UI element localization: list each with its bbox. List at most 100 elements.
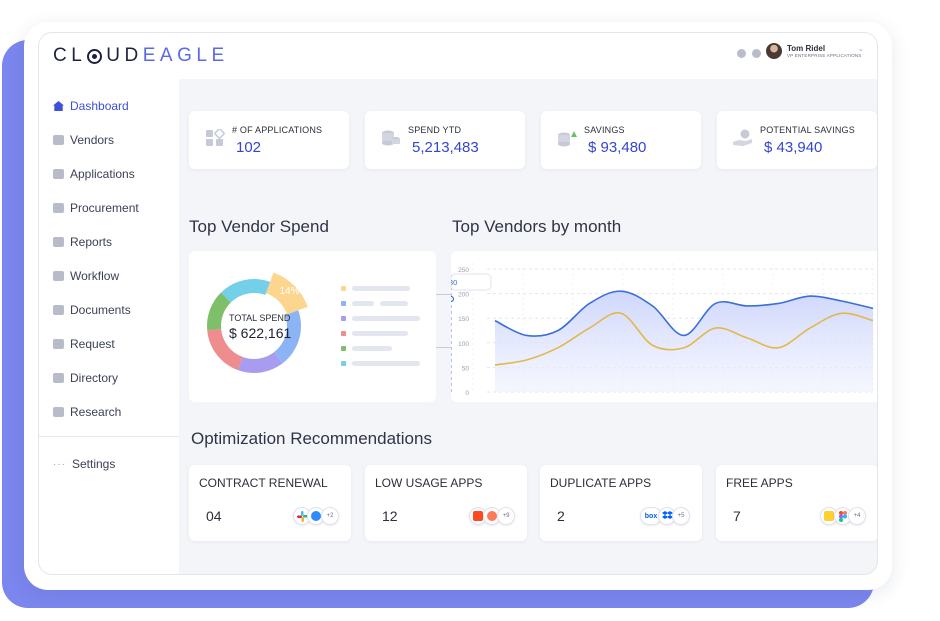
legend-item [341,316,420,321]
more-count-badge: +2 [321,507,339,525]
rec-logos: +9 [469,507,515,525]
stat-label: SPEND YTD [408,125,462,135]
app-window: CL UD EAGLE Tom Ridel VP ENTERPRISE APPL… [38,32,878,575]
legend-placeholder [352,286,410,291]
connector-line [436,294,452,295]
legend-item [341,361,420,366]
y-tick-label: 0 [465,390,469,397]
sidebar-item-directory[interactable]: Directory [53,371,118,385]
connector-line [436,347,452,348]
rec-count: 04 [206,508,222,524]
coins-icon [382,130,400,146]
user-info: Tom Ridel VP ENTERPRISE APPLICATIONS [787,44,862,58]
area-fill [495,291,873,392]
rec-title: DUPLICATE APPS [550,476,652,490]
rec-logos: box +5 [640,507,690,525]
legend-placeholder [352,316,420,321]
stat-label: POTENTIAL SAVINGS [760,125,855,135]
y-tick-label: 250 [458,267,469,274]
brand-logo[interactable]: CL UD EAGLE [53,45,229,67]
tooltip-value: 180 [451,278,457,287]
brand-text-2: UD [106,45,143,66]
sidebar-item-dashboard[interactable]: Dashboard [53,99,129,113]
sidebar-item-settings[interactable]: ··· Settings [53,457,115,471]
stat-card-spend-ytd[interactable]: SPEND YTD 5,213,483 [365,111,525,169]
stat-value: $ 43,940 [764,139,823,156]
sidebar-item-reports[interactable]: Reports [53,235,112,249]
document-icon [53,237,64,247]
donut-total-value: $ 622,161 [229,325,292,341]
donut-slice[interactable] [237,352,283,373]
sidebar-item-label: Settings [72,457,116,471]
request-icon [53,339,64,349]
vendors-icon [53,135,64,145]
logo-o-icon [87,48,103,64]
rec-count: 12 [382,508,398,524]
rec-logos: +4 [820,507,866,525]
sidebar-item-label: Workflow [70,269,120,283]
sidebar-item-research[interactable]: Research [53,405,121,419]
more-count-badge: +5 [672,507,690,525]
workflow-icon [53,271,64,281]
legend-item [341,286,410,291]
sidebar-item-documents[interactable]: Documents [53,303,131,317]
help-icon[interactable] [752,49,761,58]
rec-logos: +2 [293,507,339,525]
user-name: Tom Ridel [787,44,826,53]
sidebar: Dashboard Vendors Applications Procureme… [39,79,179,574]
folder-icon [53,305,64,315]
stat-value: 102 [236,139,262,156]
home-icon [53,101,64,111]
y-tick-label: 50 [462,365,470,372]
sidebar-item-applications[interactable]: Applications [53,167,135,181]
legend-placeholder [352,301,374,306]
sidebar-item-label: Applications [70,167,135,181]
procurement-icon [53,203,64,213]
legend-swatch [341,361,346,366]
sidebar-item-vendors[interactable]: Vendors [53,133,114,147]
y-tick-label: 150 [458,316,469,323]
sidebar-item-label: Documents [70,303,131,317]
sidebar-item-label: Reports [70,235,113,249]
stat-card-potential-savings[interactable]: POTENTIAL SAVINGS $ 43,940 [717,111,877,169]
savings-icon [558,131,577,147]
stat-value: 5,213,483 [412,139,479,156]
more-count-badge: +9 [497,507,515,525]
apps-icon [206,129,225,146]
bell-icon[interactable] [737,49,746,58]
sidebar-item-workflow[interactable]: Workflow [53,269,119,283]
rec-card-duplicate[interactable]: DUPLICATE APPS 2 box +5 [540,465,702,541]
user-menu[interactable]: Tom Ridel VP ENTERPRISE APPLICATIONS [766,43,862,59]
top-bar: CL UD EAGLE Tom Ridel VP ENTERPRISE APPL… [39,33,877,79]
legend-swatch [341,331,346,336]
more-count-badge: +4 [848,507,866,525]
more-icon: ··· [53,458,66,470]
legend-placeholder [352,346,392,351]
vendor-spend-card: 14% TOTAL SPEND $ 622,161 [189,251,436,402]
rec-title: CONTRACT RENEWAL [199,476,328,490]
sidebar-item-procurement[interactable]: Procurement [53,201,139,215]
stat-card-savings[interactable]: SAVINGS $ 93,480 [541,111,701,169]
stat-label: SAVINGS [584,125,625,135]
section-title-vendor-spend: Top Vendor Spend [189,217,329,236]
stat-card-applications[interactable]: # OF APPLICATIONS 102 [189,111,349,169]
rec-card-contract-renewal[interactable]: CONTRACT RENEWAL 04 +2 [189,465,351,541]
hover-point[interactable] [451,295,455,303]
rec-card-low-usage[interactable]: LOW USAGE APPS 12 +9 [365,465,527,541]
chevron-down-icon[interactable]: ⌄ [858,45,864,53]
donut-slice-label: 14% [280,286,300,297]
avatar [766,43,782,59]
brand-text-1: CL [53,45,87,66]
y-tick-label: 200 [458,292,469,299]
sidebar-item-label: Procurement [70,201,139,215]
section-title-optimization: Optimization Recommendations [191,429,432,448]
stat-label: # OF APPLICATIONS [232,125,323,135]
rec-title: LOW USAGE APPS [375,476,483,490]
sidebar-item-request[interactable]: Request [53,337,115,351]
legend-item [341,346,392,351]
donut-slice[interactable] [220,279,271,303]
legend-swatch [341,346,346,351]
top-icons [737,49,761,58]
sidebar-item-label: Dashboard [70,99,129,113]
rec-card-free-apps[interactable]: FREE APPS 7 +4 [716,465,877,541]
